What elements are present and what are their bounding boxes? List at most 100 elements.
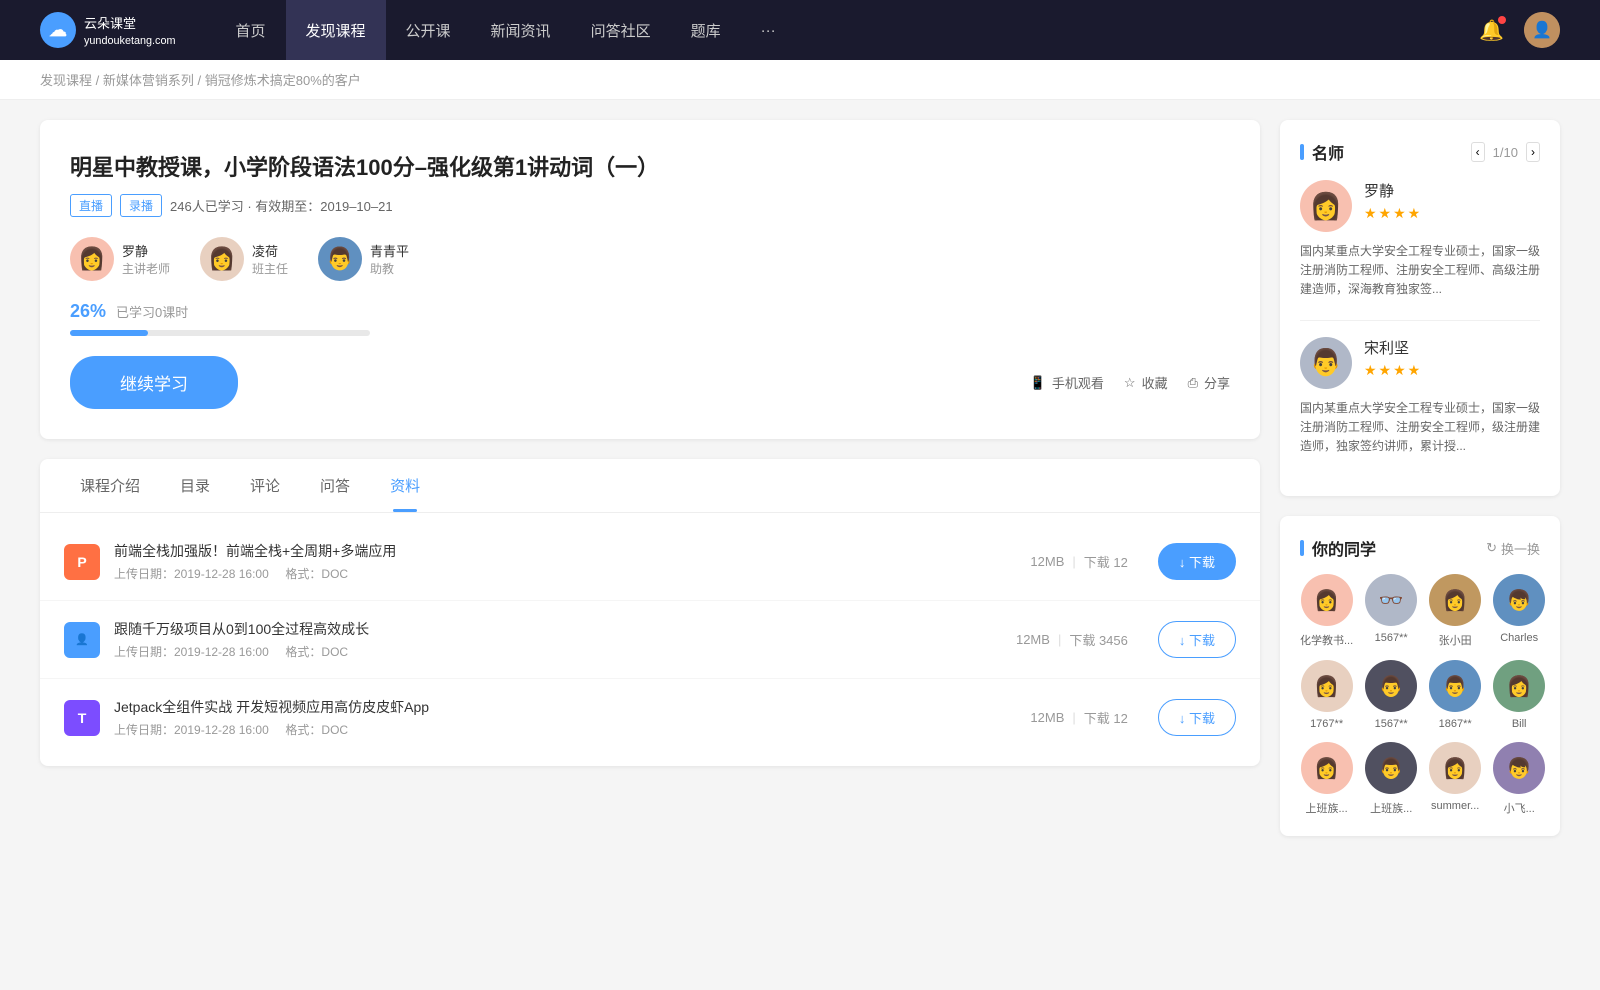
teachers-panel: 名师 ‹ 1/10 › 👩 罗静 ★★★★ 国内	[1280, 120, 1560, 496]
teachers-prev-btn[interactable]: ‹	[1471, 142, 1485, 162]
resource-2-date: 上传日期：2019-12-28 16:00	[114, 645, 269, 659]
student-12-avatar: 👦	[1493, 742, 1545, 794]
student-11: 👩 summer...	[1429, 742, 1481, 816]
student-5-name: 1767**	[1310, 718, 1343, 730]
refresh-button[interactable]: ↻ 换一换	[1486, 539, 1540, 558]
resource-icon-2: 👤	[64, 622, 100, 658]
teacher-3-role: 助教	[370, 260, 409, 277]
nav-home[interactable]: 首页	[216, 0, 286, 60]
tab-intro[interactable]: 课程介绍	[60, 459, 160, 512]
student-1-avatar: 👩	[1301, 574, 1353, 626]
logo-text: 云朵课堂yundouketang.com	[84, 13, 176, 47]
resource-1-format: 格式：DOC	[285, 567, 348, 581]
breadcrumb: 发现课程 / 新媒体营销系列 / 销冠修炼术搞定80%的客户	[0, 60, 1600, 100]
student-7: 👨 1867**	[1429, 660, 1481, 730]
teacher-panel-2-desc: 国内某重点大学安全工程专业硕士，国家一级注册消防工程师、注册安全工程师，级注册建…	[1300, 399, 1540, 457]
student-5-avatar: 👩	[1301, 660, 1353, 712]
tab-qa[interactable]: 问答	[300, 459, 370, 512]
nav-qa[interactable]: 问答社区	[571, 0, 671, 60]
students-panel: 你的同学 ↻ 换一换 👩 化学教书... 👓 1567** 👩	[1280, 516, 1560, 836]
action-row: 继续学习 📱 手机观看 ☆ 收藏 ⎙ 分享	[70, 356, 1230, 409]
tabs-header: 课程介绍 目录 评论 问答 资料	[40, 459, 1260, 513]
teacher-2: 👩 凌荷 班主任	[200, 237, 288, 281]
continue-button[interactable]: 继续学习	[70, 356, 238, 409]
nav-news[interactable]: 新闻资讯	[471, 0, 571, 60]
teachers-next-btn[interactable]: ›	[1526, 142, 1540, 162]
student-1-name: 化学教书...	[1300, 632, 1353, 648]
star-icon: ☆	[1124, 375, 1136, 391]
download-button-3[interactable]: ↓ 下载	[1158, 699, 1236, 736]
share-icon: ⎙	[1188, 375, 1198, 391]
teacher-panel-1-stars: ★★★★	[1364, 205, 1422, 222]
student-7-avatar: 👨	[1429, 660, 1481, 712]
teacher-2-avatar: 👩	[200, 237, 244, 281]
teachers-row: 👩 罗静 主讲老师 👩 凌荷 班主任	[70, 237, 1230, 281]
breadcrumb-link-1[interactable]: 发现课程	[40, 73, 92, 88]
student-1: 👩 化学教书...	[1300, 574, 1353, 648]
tab-catalog[interactable]: 目录	[160, 459, 230, 512]
breadcrumb-link-2[interactable]: 新媒体营销系列	[103, 73, 194, 88]
teacher-1-name: 罗静	[122, 241, 170, 260]
resource-icon-3: T	[64, 700, 100, 736]
student-2-name: 1567**	[1375, 632, 1408, 644]
teacher-panel-2-name: 宋利坚	[1364, 337, 1422, 358]
resource-item-1: P 前端全栈加强版！前端全栈+全周期+多端应用 上传日期：2019-12-28 …	[40, 523, 1260, 601]
student-9-name: 上班族...	[1306, 800, 1348, 816]
students-panel-header: 你的同学 ↻ 换一换	[1300, 536, 1540, 560]
main-layout: 明星中教授课，小学阶段语法100分–强化级第1讲动词（一） 直播 录播 246人…	[0, 100, 1600, 876]
student-4-name: Charles	[1500, 632, 1538, 644]
students-grid: 👩 化学教书... 👓 1567** 👩 张小田 👦 Charles	[1300, 574, 1540, 816]
student-11-name: summer...	[1431, 800, 1479, 812]
student-8-name: Bill	[1512, 718, 1527, 730]
logo-icon: ☁	[40, 12, 76, 48]
teacher-panel-2-avatar: 👨	[1300, 337, 1352, 389]
progress-bar-bg	[70, 330, 370, 336]
collect-button[interactable]: ☆ 收藏	[1124, 373, 1168, 392]
nav-more[interactable]: ···	[741, 0, 796, 60]
tab-review[interactable]: 评论	[230, 459, 300, 512]
teacher-panel-2-stars: ★★★★	[1364, 362, 1422, 379]
logo[interactable]: ☁ 云朵课堂yundouketang.com	[40, 12, 176, 48]
resource-item-2: 👤 跟随千万级项目从0到100全过程高效成长 上传日期：2019-12-28 1…	[40, 601, 1260, 679]
resource-3-stats: 12MB | 下载 12	[1030, 708, 1127, 727]
tab-resources[interactable]: 资料	[370, 459, 440, 512]
student-8: 👩 Bill	[1493, 660, 1545, 730]
mobile-view-button[interactable]: 📱 手机观看	[1030, 373, 1104, 392]
nav-discover[interactable]: 发现课程	[286, 0, 386, 60]
student-3-name: 张小田	[1439, 632, 1472, 648]
student-12: 👦 小飞...	[1493, 742, 1545, 816]
student-7-name: 1867**	[1439, 718, 1472, 730]
breadcrumb-current: 销冠修炼术搞定80%的客户	[205, 73, 361, 88]
student-4: 👦 Charles	[1493, 574, 1545, 648]
progress-sub: 已学习0课时	[116, 302, 188, 321]
resource-2-stats: 12MB | 下载 3456	[1016, 630, 1128, 649]
teacher-3-avatar: 👨	[318, 237, 362, 281]
student-6-name: 1567**	[1375, 718, 1408, 730]
teacher-1-role: 主讲老师	[122, 260, 170, 277]
nav-open[interactable]: 公开课	[386, 0, 471, 60]
resource-item-3: T Jetpack全组件实战 开发短视频应用高仿皮皮虾App 上传日期：2019…	[40, 679, 1260, 756]
download-button-1[interactable]: ↓ 下载	[1158, 543, 1236, 580]
resource-icon-1: P	[64, 544, 100, 580]
teacher-panel-1: 👩 罗静 ★★★★ 国内某重点大学安全工程专业硕士，国家一级注册消防工程师、注册…	[1300, 180, 1540, 300]
download-button-2[interactable]: ↓ 下载	[1158, 621, 1236, 658]
teacher-1: 👩 罗静 主讲老师	[70, 237, 170, 281]
teacher-panel-2: 👨 宋利坚 ★★★★ 国内某重点大学安全工程专业硕士，国家一级注册消防工程师、注…	[1300, 337, 1540, 457]
course-meta: 246人已学习 · 有效期至：2019–10–21	[170, 196, 393, 215]
progress-bar-fill	[70, 330, 148, 336]
bell-dot	[1498, 16, 1506, 24]
nav-quiz[interactable]: 题库	[671, 0, 741, 60]
teacher-1-avatar: 👩	[70, 237, 114, 281]
tag-record: 录播	[120, 194, 162, 217]
right-column: 名师 ‹ 1/10 › 👩 罗静 ★★★★ 国内	[1280, 120, 1560, 856]
share-button[interactable]: ⎙ 分享	[1188, 373, 1230, 392]
teachers-panel-header: 名师 ‹ 1/10 ›	[1300, 140, 1540, 164]
tag-live: 直播	[70, 194, 112, 217]
course-tags: 直播 录播 246人已学习 · 有效期至：2019–10–21	[70, 194, 1230, 217]
students-panel-title: 你的同学	[1300, 536, 1376, 560]
progress-section: 26% 已学习0课时	[70, 301, 1230, 336]
tabs-card: 课程介绍 目录 评论 问答 资料 P 前端全栈加强版！前端全栈+全周期+多端应用…	[40, 459, 1260, 766]
user-avatar[interactable]: 👤	[1524, 12, 1560, 48]
resource-3-name: Jetpack全组件实战 开发短视频应用高仿皮皮虾App	[114, 697, 1000, 717]
bell-icon[interactable]: 🔔	[1479, 18, 1504, 43]
